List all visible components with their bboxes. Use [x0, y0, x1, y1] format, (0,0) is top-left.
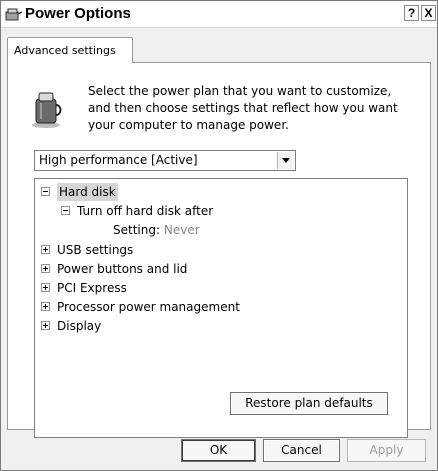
- collapse-icon[interactable]: [41, 187, 50, 196]
- tab-advanced-settings[interactable]: Advanced settings: [7, 37, 133, 63]
- intro-text: Select the power plan that you want to c…: [88, 84, 398, 132]
- power-options-window: Power Options ? X Advanced settings Sele…: [0, 0, 438, 471]
- cancel-button[interactable]: Cancel: [263, 439, 340, 462]
- tree-item-label: Turn off hard disk after: [77, 204, 214, 218]
- expand-icon[interactable]: [41, 245, 50, 254]
- setting-label: Setting:: [113, 223, 161, 237]
- tree-item-label: Power buttons and lid: [57, 262, 188, 276]
- restore-plan-defaults-button[interactable]: Restore plan defaults: [230, 392, 388, 415]
- expand-icon[interactable]: [41, 302, 50, 311]
- close-button[interactable]: X: [421, 5, 436, 21]
- title-bar: Power Options ? X: [1, 1, 437, 28]
- chevron-down-icon[interactable]: [277, 152, 294, 169]
- tree-item-setting[interactable]: Setting: Never: [113, 221, 200, 239]
- expand-icon[interactable]: [41, 264, 50, 273]
- tree-item-label: Hard disk: [57, 183, 118, 201]
- power-plan-icon: [32, 92, 62, 128]
- tree-item-label: USB settings: [57, 243, 134, 257]
- ok-button[interactable]: OK: [181, 439, 256, 462]
- apply-button[interactable]: Apply: [347, 439, 426, 462]
- tab-label: Advanced settings: [14, 44, 116, 57]
- power-plan-value: High performance [Active]: [39, 153, 198, 167]
- expand-icon[interactable]: [41, 321, 50, 330]
- collapse-icon[interactable]: [61, 206, 70, 215]
- window-title: Power Options: [25, 5, 131, 22]
- power-plan-dropdown[interactable]: High performance [Active]: [34, 150, 296, 171]
- tree-item-label: Processor power management: [57, 300, 240, 314]
- power-options-icon: [5, 8, 23, 21]
- help-button[interactable]: ?: [404, 5, 419, 21]
- setting-value: Never: [163, 223, 200, 237]
- tree-item-label: Display: [57, 319, 102, 333]
- advanced-settings-panel: Select the power plan that you want to c…: [7, 62, 431, 438]
- tree-item-label: PCI Express: [57, 281, 127, 295]
- expand-icon[interactable]: [41, 283, 50, 292]
